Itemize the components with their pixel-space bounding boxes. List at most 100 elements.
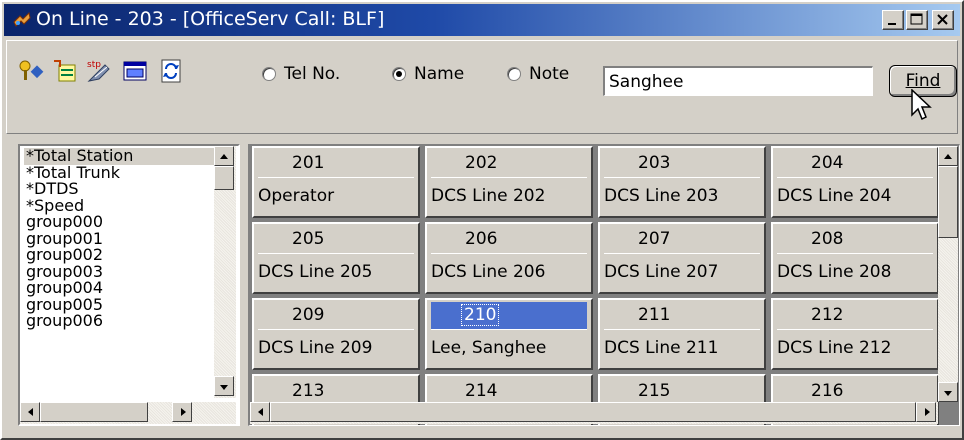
directory-icon[interactable]	[51, 57, 79, 85]
radio-name-circle[interactable]	[392, 67, 406, 81]
grid-vertical-scrollbar[interactable]	[938, 146, 958, 402]
station-number: 203	[604, 150, 760, 178]
station-cell[interactable]: 212 DCS Line 212	[771, 298, 939, 370]
station-number: 210	[431, 302, 587, 330]
maximize-icon	[910, 13, 923, 25]
grid-horizontal-scrollbar[interactable]	[250, 402, 938, 424]
title-bar[interactable]: On Line - 203 - [OfficeServ Call: BLF]	[4, 4, 960, 36]
search-input[interactable]	[603, 66, 873, 96]
grid-scroll-right-button[interactable]	[916, 402, 936, 422]
station-number-text: 212	[811, 305, 844, 325]
group-scroll-right-button[interactable]	[172, 402, 192, 422]
radio-note[interactable]: Note	[507, 62, 569, 86]
radio-note-circle[interactable]	[507, 67, 521, 81]
station-name: DCS Line 212	[777, 338, 892, 358]
group-list-horizontal-scrollbar[interactable]	[20, 402, 236, 424]
group-scroll-up-button[interactable]	[214, 146, 234, 166]
station-number-text: 203	[638, 153, 671, 173]
station-name: DCS Line 202	[431, 186, 546, 206]
station-number-text: 208	[811, 229, 844, 249]
station-cell[interactable]: 211 DCS Line 211	[598, 298, 766, 370]
group-list[interactable]: *Total Station *Total Trunk *DTDS *Speed gro…	[18, 144, 240, 426]
station-grid: 201 Operator 202 DCS Line 202 203 DCS Line 20…	[248, 144, 960, 426]
station-number-text: 205	[292, 229, 325, 249]
minimize-button[interactable]	[882, 10, 904, 30]
station-number: 208	[777, 226, 933, 254]
radio-tel-no[interactable]: Tel No.	[262, 62, 340, 86]
station-number-text: 213	[292, 381, 325, 401]
group-scroll-left-button[interactable]	[20, 402, 40, 422]
minimize-icon	[888, 23, 896, 25]
group-list-item[interactable]: group006	[24, 312, 214, 330]
station-name: DCS Line 203	[604, 186, 719, 206]
grid-scroll-down-button[interactable]	[938, 382, 958, 402]
station-number: 204	[777, 150, 933, 178]
arrow-left-icon	[28, 408, 33, 416]
station-number-text: 204	[811, 153, 844, 173]
station-cell[interactable]: 208 DCS Line 208	[771, 222, 939, 294]
station-number: 206	[431, 226, 587, 254]
grid-scroll-up-button[interactable]	[938, 146, 958, 166]
station-number-text: 215	[638, 381, 671, 401]
svg-text:stp: stp	[87, 60, 101, 70]
station-cell[interactable]: 210 Lee, Sanghee	[425, 298, 593, 370]
close-icon	[937, 14, 948, 25]
station-number: 211	[604, 302, 760, 330]
window-title: On Line - 203 - [OfficeServ Call: BLF]	[36, 8, 385, 30]
station-number-text: 211	[638, 305, 671, 325]
window-icon[interactable]	[121, 57, 149, 85]
station-number-text: 210	[461, 304, 500, 326]
group-scroll-down-button[interactable]	[214, 376, 234, 396]
grid-scroll-left-button[interactable]	[250, 402, 270, 422]
station-cell[interactable]: 203 DCS Line 203	[598, 146, 766, 218]
arrow-up-icon	[944, 154, 952, 159]
arrow-left-icon	[258, 408, 263, 416]
resize-grip-icon[interactable]	[940, 404, 958, 422]
station-cell[interactable]: 204 DCS Line 204	[771, 146, 939, 218]
station-number-text: 209	[292, 305, 325, 325]
grid-scroll-thumb[interactable]	[938, 166, 958, 238]
station-cell[interactable]: 201 Operator	[252, 146, 420, 218]
find-button[interactable]: Find	[889, 65, 957, 97]
station-number: 201	[258, 150, 414, 178]
station-name: DCS Line 209	[258, 338, 373, 358]
radio-name[interactable]: Name	[392, 62, 464, 86]
station-number: 209	[258, 302, 414, 330]
group-items: *Total Station *Total Trunk *DTDS *Speed gro…	[24, 147, 214, 330]
refresh-icon[interactable]	[157, 57, 185, 85]
station-number-text: 207	[638, 229, 671, 249]
station-number: 205	[258, 226, 414, 254]
station-cell[interactable]: 209 DCS Line 209	[252, 298, 420, 370]
station-cell[interactable]: 202 DCS Line 202	[425, 146, 593, 218]
radio-name-label: Name	[414, 64, 465, 84]
station-number-text: 202	[465, 153, 498, 173]
station-number-text: 216	[811, 381, 844, 401]
station-number: 207	[604, 226, 760, 254]
station-name: Operator	[258, 186, 335, 206]
station-cell[interactable]: 206 DCS Line 206	[425, 222, 593, 294]
station-name: DCS Line 205	[258, 262, 373, 282]
phone-app-icon	[13, 11, 31, 27]
maximize-button[interactable]	[906, 10, 928, 30]
station-number-text: 201	[292, 153, 325, 173]
radio-tel-no-circle[interactable]	[262, 67, 276, 81]
group-scroll-thumb[interactable]	[214, 166, 234, 190]
station-name: DCS Line 211	[604, 338, 719, 358]
station-name: DCS Line 206	[431, 262, 546, 282]
find-button-label: Find	[905, 71, 941, 91]
arrow-down-icon	[220, 385, 228, 390]
toolbar: stp Tel No. Name Note Fin	[6, 40, 958, 134]
station-cell[interactable]: 205 DCS Line 205	[252, 222, 420, 294]
grid-hscroll-thumb[interactable]	[270, 402, 916, 422]
radio-note-label: Note	[529, 64, 570, 84]
group-list-vertical-scrollbar[interactable]	[214, 146, 236, 398]
speed-dial-icon[interactable]: stp	[85, 57, 113, 85]
group-hscroll-thumb[interactable]	[40, 402, 148, 422]
station-number: 212	[777, 302, 933, 330]
station-name: Lee, Sanghee	[431, 338, 547, 358]
main-window: On Line - 203 - [OfficeServ Call: BLF] s…	[0, 0, 964, 440]
key-icon[interactable]	[17, 57, 45, 85]
close-button[interactable]	[932, 10, 954, 30]
station-cell[interactable]: 207 DCS Line 207	[598, 222, 766, 294]
station-number-text: 206	[465, 229, 498, 249]
